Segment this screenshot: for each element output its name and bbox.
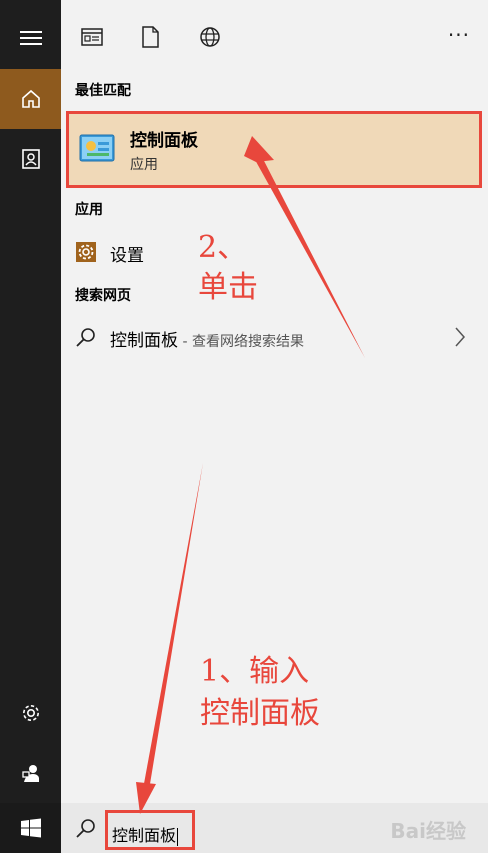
taskbar: 控制面板 Bai经验 — [61, 803, 488, 853]
best-match-control-panel[interactable]: 控制面板 应用 — [66, 111, 482, 188]
best-match-heading: 最佳匹配 — [75, 83, 131, 99]
web-icon — [200, 27, 220, 47]
search-input-value: 控制面板 — [112, 826, 179, 846]
settings-app-icon — [76, 242, 96, 262]
watermark: Bai经验 — [390, 819, 466, 843]
annotation-step2-action: 单击 — [198, 270, 258, 305]
web-heading: 搜索网页 — [75, 288, 131, 304]
annotation-step1-text: 控制面板 — [200, 696, 320, 731]
documents-icon — [142, 26, 159, 48]
web-result-query: 控制面板 — [110, 331, 178, 351]
home-button[interactable] — [0, 69, 61, 129]
menu-button[interactable] — [0, 8, 61, 68]
chevron-right-icon — [455, 327, 466, 347]
home-icon — [21, 89, 40, 108]
best-match-subtitle: 应用 — [130, 157, 158, 173]
apps-filter-button[interactable] — [79, 24, 105, 50]
contacts-icon — [21, 149, 40, 169]
user-icon — [21, 765, 39, 782]
more-options-button[interactable]: ··· — [448, 24, 470, 46]
gear-icon — [22, 705, 39, 721]
list-item-web-search[interactable]: 控制面板 - 查看网络搜索结果 — [61, 317, 488, 357]
user-button[interactable] — [0, 743, 61, 803]
list-item-label: 设置 — [110, 246, 144, 266]
search-results-panel: ··· 最佳匹配 控制面板 应用 应用 设置 搜索网页 控制面板 - 查看网络搜 — [61, 0, 488, 803]
taskbar-search-icon — [76, 819, 95, 838]
contacts-button[interactable] — [0, 129, 61, 189]
text-caret — [177, 827, 179, 846]
settings-button[interactable] — [0, 683, 61, 743]
start-button[interactable] — [0, 803, 61, 853]
apps-heading: 应用 — [75, 202, 103, 218]
annotation-step2-number: 2、 — [198, 230, 248, 265]
documents-filter-button[interactable] — [137, 24, 163, 50]
hamburger-icon — [19, 31, 42, 45]
search-icon — [76, 328, 95, 347]
control-panel-icon — [79, 134, 115, 162]
annotation-step1-action: 1、输入 — [200, 654, 310, 689]
web-result-label: 控制面板 - 查看网络搜索结果 — [110, 326, 304, 351]
web-filter-button[interactable] — [197, 24, 223, 50]
windows-logo-icon — [20, 818, 41, 838]
best-match-title: 控制面板 — [130, 131, 198, 151]
apps-icon — [81, 28, 103, 46]
start-rail — [0, 0, 61, 853]
search-input[interactable]: 控制面板 — [105, 810, 195, 850]
filter-bar: ··· — [61, 0, 488, 70]
web-result-hint: - 查看网络搜索结果 — [178, 334, 304, 350]
list-item-settings[interactable]: 设置 — [61, 232, 488, 272]
